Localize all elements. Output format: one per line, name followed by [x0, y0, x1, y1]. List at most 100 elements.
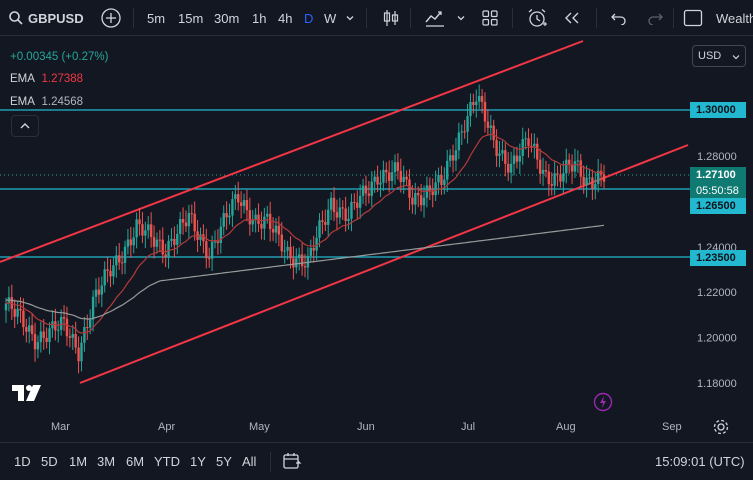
candle-body — [103, 269, 106, 286]
candle-body — [303, 266, 307, 268]
candle-body — [544, 170, 548, 172]
range-3m[interactable]: 3M — [97, 443, 115, 480]
candle-body — [176, 233, 179, 245]
currency-selector[interactable]: USD — [692, 45, 746, 67]
candle-body — [74, 334, 77, 348]
candle-body — [109, 270, 112, 277]
candle-body — [567, 159, 571, 165]
chart-area[interactable]: 1.280001.260001.240001.220001.200001.180… — [0, 36, 753, 442]
divider — [596, 8, 597, 28]
tf-d[interactable]: D — [304, 0, 313, 36]
layout-button[interactable] — [481, 0, 499, 36]
candle-body — [138, 219, 141, 225]
candle-body — [4, 303, 8, 311]
range-1y[interactable]: 1Y — [190, 443, 206, 480]
alert-button[interactable] — [526, 0, 548, 36]
candle-body — [28, 325, 31, 332]
candle-body — [123, 246, 127, 263]
candle-body — [361, 185, 365, 196]
candle-body — [541, 170, 545, 174]
ema-slow-legend[interactable]: EMA 1.24568 — [10, 96, 83, 108]
chart-settings-button[interactable] — [712, 418, 730, 436]
candle-body — [225, 213, 228, 218]
candle-body — [45, 337, 48, 342]
candle-body — [527, 138, 530, 146]
tradingview-logo-icon — [12, 385, 41, 401]
top-toolbar: GBPUSD 5m 15m 30m 1h 4h D W Wealth — [0, 0, 753, 36]
tf-30m[interactable]: 30m — [214, 0, 239, 36]
fullscreen-button[interactable] — [683, 0, 703, 36]
time-tick-label: May — [249, 421, 270, 433]
range-ytd[interactable]: YTD — [154, 443, 180, 480]
candle-body — [341, 207, 344, 209]
collapse-legend-button[interactable] — [11, 115, 39, 137]
candle-body — [306, 255, 310, 268]
level-label-top[interactable]: 1.30000 — [690, 102, 746, 118]
undo-icon — [611, 13, 626, 25]
range-all[interactable]: All — [242, 443, 256, 480]
candle-body — [91, 296, 95, 320]
candle-body — [405, 176, 408, 180]
candle-body — [208, 258, 211, 260]
candle-body — [411, 197, 414, 205]
time-tick-label: Jul — [461, 421, 475, 433]
timeframe-dropdown[interactable] — [345, 0, 355, 36]
symbol-search[interactable]: GBPUSD — [8, 0, 84, 36]
tf-5m[interactable]: 5m — [147, 0, 165, 36]
range-1m[interactable]: 1M — [69, 443, 87, 480]
tf-4h[interactable]: 4h — [278, 0, 292, 36]
candle-body — [309, 247, 313, 256]
tf-1h[interactable]: 1h — [252, 0, 266, 36]
lightning-button[interactable] — [593, 392, 613, 412]
date-range-button[interactable] — [282, 451, 302, 476]
candle-body — [466, 116, 469, 132]
chart-canvas[interactable]: 1.280001.260001.240001.220001.200001.180… — [0, 36, 753, 442]
range-6m[interactable]: 6M — [126, 443, 144, 480]
range-5d[interactable]: 5D — [41, 443, 58, 480]
candle-body — [419, 195, 423, 206]
candle-body — [594, 184, 597, 189]
candle-countdown: 05:50:58 — [696, 185, 739, 197]
tf-15m[interactable]: 15m — [178, 0, 203, 36]
candle-body — [358, 195, 362, 208]
undo-button[interactable] — [610, 0, 628, 36]
candle-body — [515, 155, 519, 162]
divider — [410, 8, 411, 28]
candle-body — [521, 139, 524, 156]
indicators-dropdown[interactable] — [456, 0, 466, 36]
range-5y[interactable]: 5Y — [216, 443, 232, 480]
time-tick-label: Mar — [51, 421, 70, 433]
tradingview-logo[interactable] — [12, 384, 44, 407]
redo-button[interactable] — [646, 0, 664, 36]
candle-body — [376, 176, 379, 185]
tf-w[interactable]: W — [324, 0, 336, 36]
candle-body — [106, 269, 109, 271]
candle-body — [562, 173, 565, 182]
wealth-menu[interactable]: Wealth — [716, 0, 753, 36]
candle-body — [33, 334, 37, 350]
level-label-mid[interactable]: 1.26500 — [690, 198, 746, 214]
candle-body — [77, 347, 80, 362]
candle-body — [86, 327, 89, 329]
level-label-low[interactable]: 1.23500 — [690, 250, 746, 266]
chevron-down-icon — [457, 16, 465, 21]
gear-icon — [713, 419, 729, 435]
utc-clock[interactable]: 15:09:01 (UTC) — [655, 443, 745, 480]
candle-body — [329, 197, 333, 210]
candle-body — [30, 325, 34, 335]
candle-body — [437, 175, 440, 183]
indicators-button[interactable] — [424, 0, 446, 36]
replay-button[interactable] — [563, 0, 581, 36]
candle-body — [187, 213, 191, 227]
candle-body — [263, 216, 266, 229]
candle-body — [112, 265, 115, 277]
time-tick-label: Aug — [556, 421, 576, 433]
ema-fast-legend[interactable]: EMA 1.27388 — [10, 73, 83, 85]
candle-body — [495, 140, 498, 156]
divider — [270, 452, 271, 472]
range-1d[interactable]: 1D — [14, 443, 31, 480]
candle-body — [39, 331, 43, 343]
candle-body — [167, 240, 170, 257]
bar-style-button[interactable] — [381, 0, 401, 36]
add-symbol-button[interactable] — [100, 0, 122, 36]
